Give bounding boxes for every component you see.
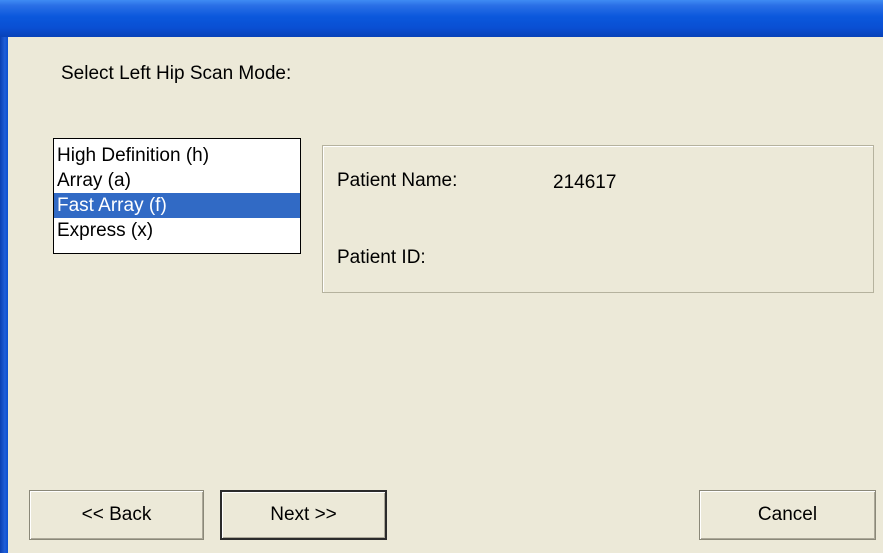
scan-mode-option-fast-array[interactable]: Fast Array (f) (54, 193, 300, 218)
window-left-border (0, 37, 8, 553)
scan-mode-dialog: Select Left Hip Scan Mode: High Definiti… (0, 0, 883, 553)
scan-mode-option-express[interactable]: Express (x) (54, 218, 300, 243)
patient-info-panel: Patient Name: 214617 Patient ID: (322, 145, 874, 293)
title-bar[interactable] (0, 0, 883, 37)
scan-mode-listbox[interactable]: High Definition (h) Array (a) Fast Array… (53, 138, 301, 254)
patient-id-label: Patient ID: (337, 247, 426, 268)
next-button[interactable]: Next >> (220, 490, 387, 540)
back-button[interactable]: << Back (29, 490, 204, 540)
scan-mode-option-array[interactable]: Array (a) (54, 168, 300, 193)
scan-mode-prompt: Select Left Hip Scan Mode: (61, 63, 292, 84)
scan-mode-option-high-definition[interactable]: High Definition (h) (54, 143, 300, 168)
patient-name-label: Patient Name: (337, 170, 458, 191)
cancel-button[interactable]: Cancel (699, 490, 876, 540)
patient-name-value: 214617 (553, 172, 617, 193)
